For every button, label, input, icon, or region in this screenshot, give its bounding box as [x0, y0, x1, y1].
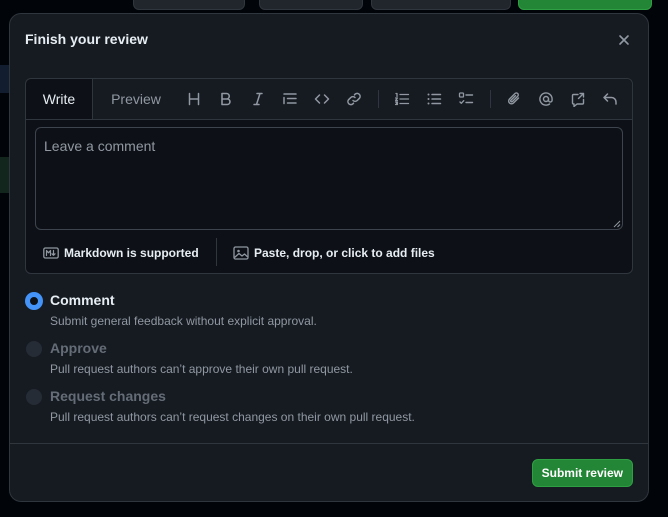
tab-preview[interactable]: Preview [97, 79, 175, 119]
reference-button[interactable] [566, 87, 590, 111]
markdown-supported-link[interactable]: Markdown is supported [43, 245, 199, 261]
link-button[interactable] [342, 87, 366, 111]
heading-icon [188, 92, 200, 106]
mention-button[interactable] [534, 87, 558, 111]
image-icon [233, 246, 249, 260]
option-description: Pull request authors can’t request chang… [50, 410, 415, 424]
quote-icon [283, 93, 297, 105]
markdown-label: Markdown is supported [64, 246, 199, 260]
italic-button[interactable] [246, 87, 270, 111]
markdown-icon [43, 247, 59, 259]
toolbar-divider [378, 90, 379, 108]
unordered-list-button[interactable] [422, 87, 446, 111]
option-description: Submit general feedback without explicit… [50, 314, 317, 328]
undo-button[interactable] [598, 87, 622, 111]
request-changes-radio [26, 389, 42, 405]
approve-radio [26, 341, 42, 357]
reference-icon [571, 92, 585, 107]
editor-footer: Markdown is supported Paste, drop, or cl… [26, 232, 632, 272]
background-button [371, 0, 511, 10]
dialog-footer: Submit review [10, 443, 648, 501]
close-icon [619, 35, 629, 45]
undo-icon [603, 93, 617, 105]
option-description: Pull request authors can’t approve their… [50, 362, 353, 376]
footer-divider [216, 238, 217, 266]
add-files-button[interactable]: Paste, drop, or click to add files [233, 245, 435, 261]
option-label: Approve [50, 340, 107, 356]
mention-icon [539, 92, 553, 106]
numbered-list-icon [394, 92, 410, 106]
comment-input[interactable] [35, 127, 623, 230]
background-button [518, 0, 652, 10]
italic-icon [253, 92, 263, 106]
submit-review-button[interactable]: Submit review [531, 459, 633, 487]
option-label: Comment [50, 292, 115, 308]
toolbar-divider [490, 90, 491, 108]
code-button[interactable] [310, 87, 334, 111]
dialog-title: Finish your review [25, 31, 148, 47]
heading-button[interactable] [182, 87, 206, 111]
code-icon [314, 94, 330, 104]
add-files-label: Paste, drop, or click to add files [254, 246, 435, 260]
attach-button[interactable] [502, 87, 526, 111]
editor-header: Write Preview [26, 79, 632, 120]
bold-icon [221, 92, 231, 106]
unordered-list-icon [427, 93, 442, 105]
dialog-header: Finish your review [10, 14, 648, 64]
background-button [259, 0, 363, 10]
resize-grip-icon[interactable] [613, 220, 621, 228]
option-label: Request changes [50, 388, 166, 404]
comment-editor: Write Preview Leave a comment Markdown i… [25, 78, 633, 274]
task-list-button[interactable] [454, 87, 478, 111]
tab-write[interactable]: Write [26, 79, 93, 119]
background-button [133, 0, 245, 10]
task-list-icon [458, 92, 474, 104]
bold-button[interactable] [214, 87, 238, 111]
close-button[interactable] [612, 28, 636, 52]
comment-radio[interactable] [26, 293, 42, 309]
attach-icon [507, 92, 520, 105]
numbered-list-button[interactable] [390, 87, 414, 111]
link-icon [347, 92, 361, 106]
quote-button[interactable] [278, 87, 302, 111]
finish-review-dialog: Finish your review Write Preview Leave a… [9, 13, 649, 502]
